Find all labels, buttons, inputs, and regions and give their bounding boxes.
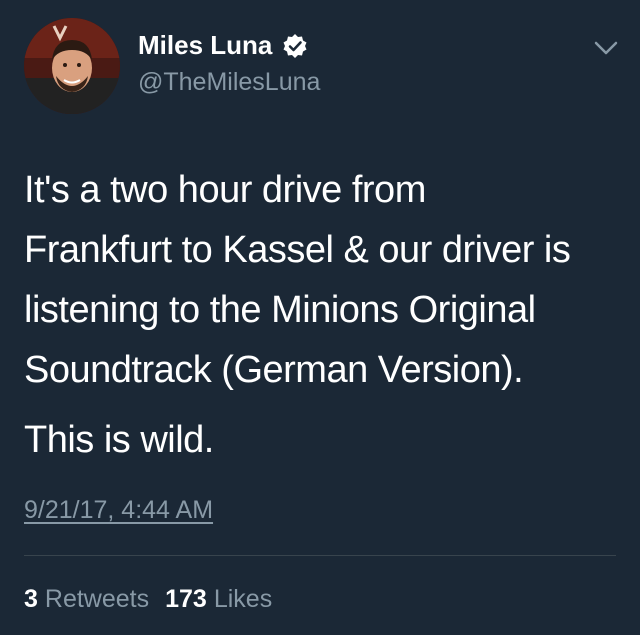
retweets-count: 3 [24, 585, 38, 613]
likes-label: Likes [213, 585, 273, 613]
tweet-line: Soundtrack (German Version). [24, 349, 524, 391]
likes-count: 173 [165, 585, 207, 613]
tweet-text: It's a two hour drive from Frankfurt to … [24, 160, 624, 400]
display-name-text: Miles Luna [138, 30, 273, 60]
tweet-second-paragraph: This is wild. [24, 419, 214, 461]
tweet-line: It's a two hour drive from [24, 169, 426, 211]
verified-badge-icon [283, 33, 307, 58]
user-handle[interactable]: @TheMilesLuna [138, 68, 320, 97]
retweets-label: Retweets [44, 585, 150, 613]
chevron-down-icon[interactable] [592, 38, 620, 58]
tweet-line: listening to the Minions Original [24, 289, 536, 331]
likes-stat[interactable]: 173 Likes [165, 585, 272, 614]
tweet-timestamp-link[interactable]: 9/21/17, 4:44 AM [24, 496, 213, 525]
avatar[interactable] [24, 18, 120, 114]
retweets-stat[interactable]: 3 Retweets [24, 585, 149, 614]
tweet-line: Frankfurt to Kassel & our driver is [24, 229, 571, 271]
divider [24, 555, 616, 556]
profile-photo-icon [24, 18, 120, 114]
tweet-stats: 3 Retweets 173 Likes [24, 585, 272, 614]
display-name[interactable]: Miles Luna [138, 30, 308, 61]
